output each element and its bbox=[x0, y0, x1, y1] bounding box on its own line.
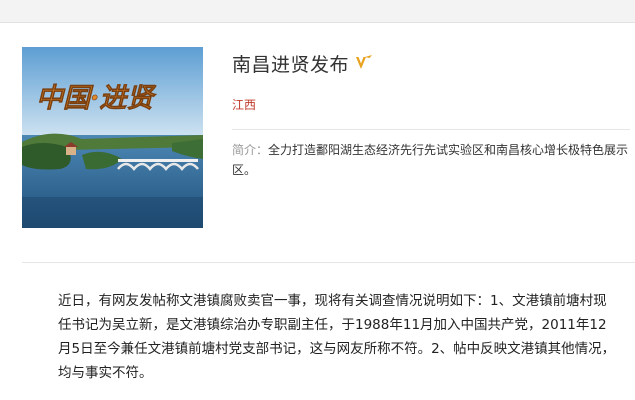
location: 江西 bbox=[232, 98, 257, 112]
intro-label: 简介： bbox=[232, 143, 269, 157]
section-divider bbox=[22, 262, 635, 263]
profile-name[interactable]: 南昌进贤发布 bbox=[232, 50, 349, 77]
avatar-caption: 中国·进贤 bbox=[36, 83, 157, 114]
top-bar bbox=[0, 0, 635, 23]
profile-header: 南昌进贤发布 bbox=[232, 50, 374, 76]
verified-badge-icon bbox=[354, 53, 374, 73]
post-body: 近日，有网友发帖称文港镇腐败卖官一事，现将有关调查情况说明如下：1、文港镇前塘村… bbox=[58, 293, 616, 381]
avatar-image: 中国·进贤 bbox=[22, 47, 203, 228]
avatar[interactable]: 中国·进贤 bbox=[22, 47, 203, 228]
intro-text: 全力打造鄱阳湖生态经济先行先试实验区和南昌核心增长极特色展示区。 bbox=[232, 143, 629, 177]
intro-divider bbox=[232, 129, 630, 130]
profile-intro: 简介：全力打造鄱阳湖生态经济先行先试实验区和南昌核心增长极特色展示区。 bbox=[232, 140, 630, 180]
